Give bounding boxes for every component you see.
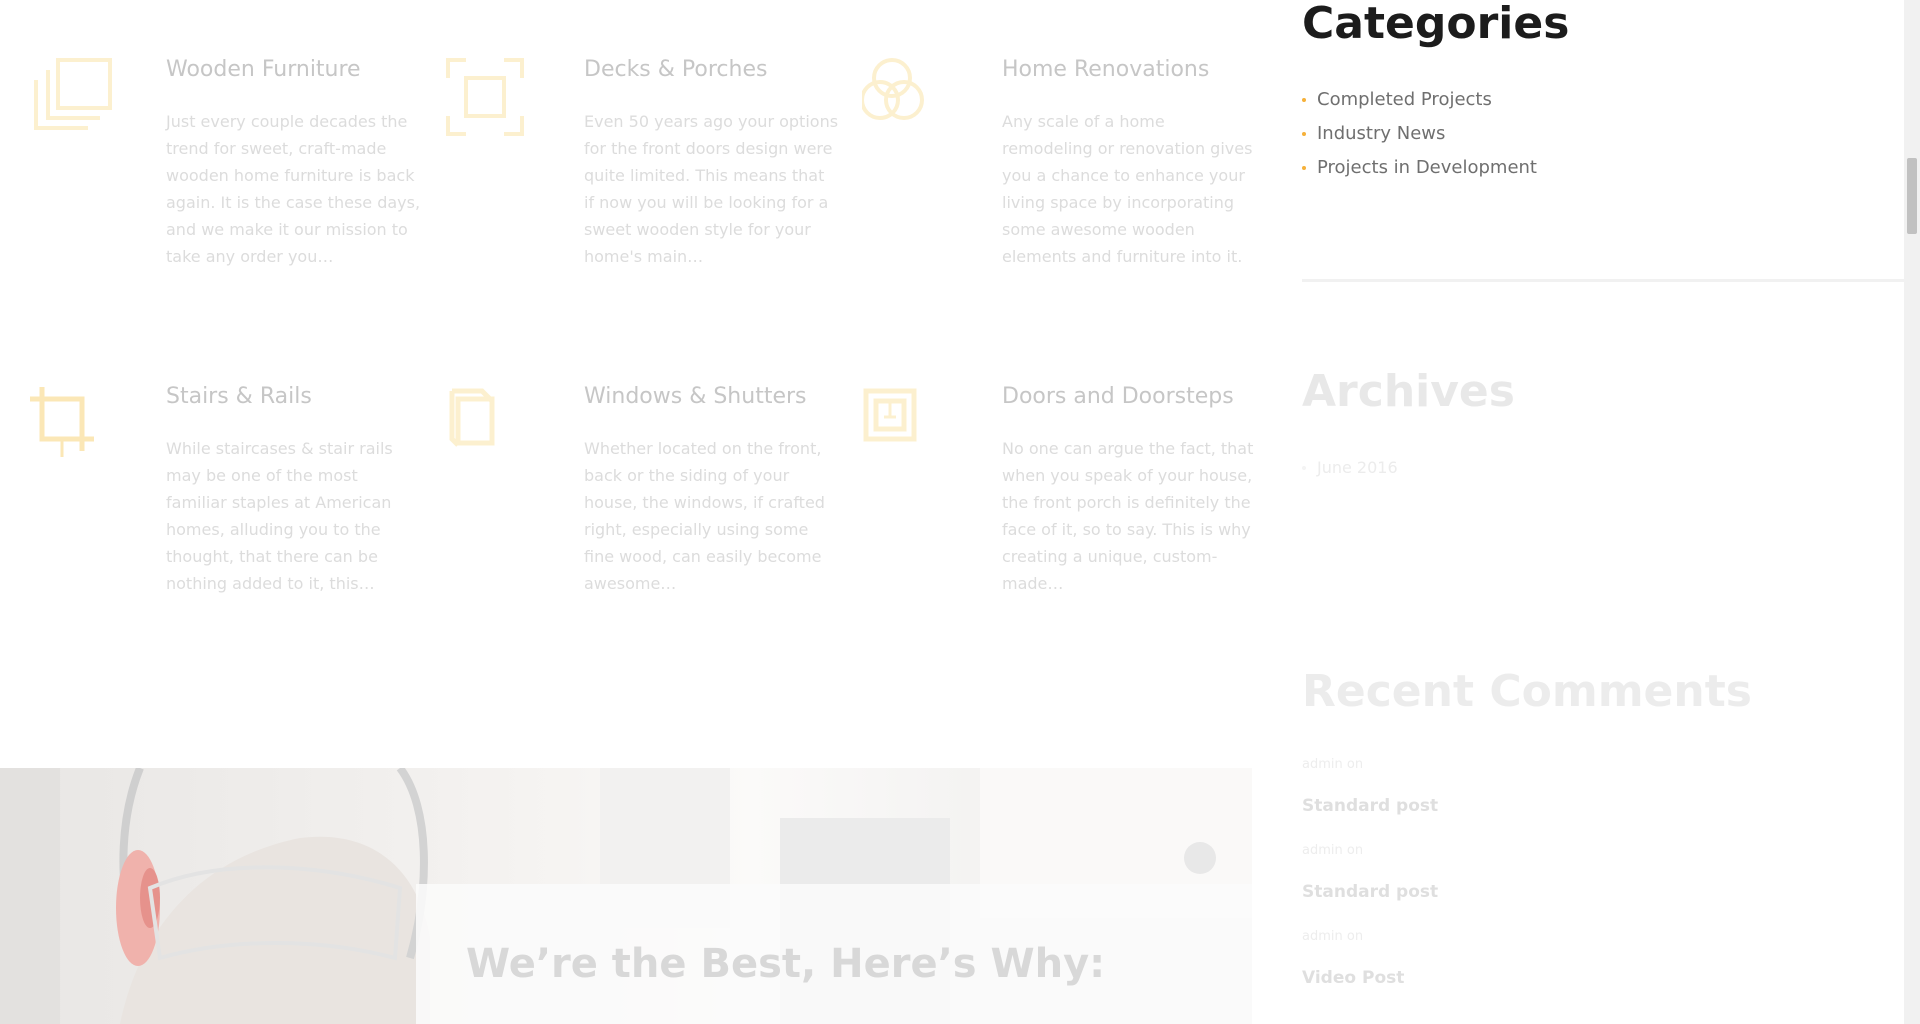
page-scrollbar[interactable] <box>1904 0 1920 1024</box>
comment-post-link[interactable]: Video Post <box>1302 967 1404 989</box>
category-label[interactable]: Projects in Development <box>1317 157 1537 178</box>
why-us-banner: We’re the Best, Here’s Why: <box>0 768 1252 1024</box>
comment-meta: admin on <box>1302 757 1364 772</box>
service-title[interactable]: Wooden Furniture <box>166 56 361 84</box>
service-description: Any scale of a home remodeling or renova… <box>1002 112 1253 266</box>
widget-divider <box>1302 279 1904 282</box>
service-title[interactable]: Windows & Shutters <box>584 383 807 411</box>
archive-label[interactable]: June 2016 <box>1317 458 1398 477</box>
main-content: Wooden Furniture Just every couple decad… <box>0 0 1253 1024</box>
category-label[interactable]: Completed Projects <box>1317 89 1492 110</box>
service-description: Just every couple decades the trend for … <box>166 112 421 266</box>
section-title: We’re the Best, Here’s Why: <box>466 941 1106 987</box>
sidebar: Categories Completed Projects Industry N… <box>1302 0 1904 1024</box>
why-us-panel: We’re the Best, Here’s Why: <box>416 884 1252 1024</box>
service-title[interactable]: Doors and Doorsteps <box>1002 383 1234 411</box>
copy-icon <box>444 383 534 473</box>
categories-list: Completed Projects Industry News Project… <box>1302 86 1537 188</box>
service-description: Even 50 years ago your options for the f… <box>584 112 839 266</box>
scrollbar-thumb[interactable] <box>1907 158 1917 234</box>
service-description: No one can argue the fact, that when you… <box>1002 439 1254 593</box>
bullet-icon <box>1302 98 1306 102</box>
service-description: While staircases & stair rails may be on… <box>166 439 393 593</box>
service-title[interactable]: Stairs & Rails <box>166 383 312 411</box>
category-link-projects-in-development[interactable]: Projects in Development <box>1302 154 1537 188</box>
bullet-icon <box>1302 132 1306 136</box>
comment-meta: admin on <box>1302 929 1364 944</box>
category-link-completed-projects[interactable]: Completed Projects <box>1302 86 1537 120</box>
focus-frame-icon <box>444 56 534 146</box>
comment-post-link[interactable]: Standard post <box>1302 795 1438 817</box>
category-label[interactable]: Industry News <box>1317 123 1445 144</box>
service-title[interactable]: Decks & Porches <box>584 56 767 84</box>
recent-comments-title: Recent Comments <box>1302 666 1752 717</box>
bullet-icon <box>1302 166 1306 170</box>
bullet-icon <box>1302 466 1306 470</box>
category-link-industry-news[interactable]: Industry News <box>1302 120 1537 154</box>
categories-title: Categories <box>1302 0 1570 49</box>
archives-title: Archives <box>1302 366 1515 417</box>
door-frame-icon <box>862 383 952 473</box>
crop-icon <box>26 383 116 473</box>
circles-icon <box>862 56 952 146</box>
layers-icon <box>26 56 116 146</box>
service-description: Whether located on the front, back or th… <box>584 439 825 593</box>
comment-post-link[interactable]: Standard post <box>1302 881 1438 903</box>
service-title[interactable]: Home Renovations <box>1002 56 1209 84</box>
archive-link-june-2016[interactable]: June 2016 <box>1302 455 1398 481</box>
comment-meta: admin on <box>1302 843 1364 858</box>
